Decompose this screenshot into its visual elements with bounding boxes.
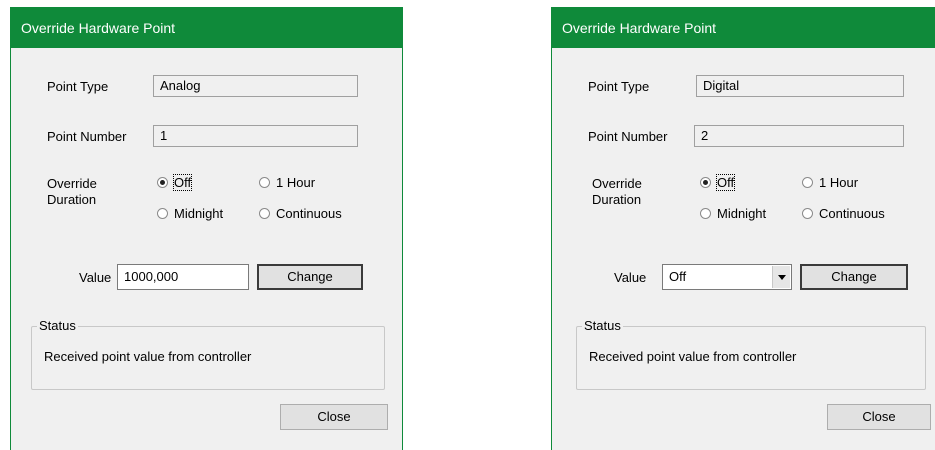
status-text: Received point value from controller bbox=[44, 349, 252, 364]
override-dialog-digital: Override Hardware Point Point Type Digit… bbox=[551, 7, 935, 450]
override-dialog-analog: Override Hardware Point Point Type Analo… bbox=[10, 7, 403, 450]
value-input[interactable]: 1000,000 bbox=[117, 264, 249, 290]
radio-continuous[interactable]: Continuous bbox=[802, 206, 885, 222]
radio-selected-icon bbox=[700, 177, 711, 188]
point-number-field: 2 bbox=[694, 125, 904, 147]
radio-icon bbox=[700, 208, 711, 219]
radio-midnight[interactable]: Midnight bbox=[700, 206, 766, 222]
radio-icon bbox=[259, 208, 270, 219]
change-button[interactable]: Change bbox=[257, 264, 363, 290]
radio-continuous[interactable]: Continuous bbox=[259, 206, 342, 222]
radio-1-hour[interactable]: 1 Hour bbox=[802, 175, 858, 191]
status-group: Status Received point value from control… bbox=[576, 318, 926, 390]
value-label: Value bbox=[79, 270, 112, 285]
radio-midnight[interactable]: Midnight bbox=[157, 206, 223, 222]
radio-icon bbox=[802, 208, 813, 219]
value-label: Value bbox=[614, 270, 647, 285]
point-number-label: Point Number bbox=[47, 129, 127, 144]
close-button[interactable]: Close bbox=[280, 404, 388, 430]
override-label: Override bbox=[592, 176, 642, 191]
radio-off[interactable]: Off bbox=[157, 174, 193, 191]
dialog-title: Override Hardware Point bbox=[11, 8, 402, 48]
point-type-label: Point Type bbox=[47, 79, 109, 94]
change-button[interactable]: Change bbox=[800, 264, 908, 290]
radio-selected-icon bbox=[157, 177, 168, 188]
override-label: Override bbox=[47, 176, 97, 191]
status-title: Status bbox=[37, 318, 78, 334]
radio-off[interactable]: Off bbox=[700, 174, 736, 191]
value-dropdown-text: Off bbox=[669, 269, 687, 284]
dialog-title: Override Hardware Point bbox=[552, 8, 935, 48]
point-type-field: Digital bbox=[696, 75, 904, 97]
point-type-field: Analog bbox=[153, 75, 358, 97]
radio-icon bbox=[157, 208, 168, 219]
radio-icon bbox=[259, 177, 270, 188]
point-number-label: Point Number bbox=[588, 129, 668, 144]
point-number-field: 1 bbox=[153, 125, 358, 147]
status-title: Status bbox=[582, 318, 623, 334]
close-button[interactable]: Close bbox=[827, 404, 931, 430]
status-group: Status Received point value from control… bbox=[31, 318, 385, 390]
value-dropdown[interactable]: Off bbox=[662, 264, 792, 290]
duration-label: Duration bbox=[592, 192, 642, 207]
point-type-label: Point Type bbox=[588, 79, 650, 94]
radio-1-hour[interactable]: 1 Hour bbox=[259, 175, 315, 191]
status-text: Received point value from controller bbox=[589, 349, 797, 364]
chevron-down-icon[interactable] bbox=[772, 266, 790, 288]
radio-icon bbox=[802, 177, 813, 188]
duration-label: Duration bbox=[47, 192, 97, 207]
